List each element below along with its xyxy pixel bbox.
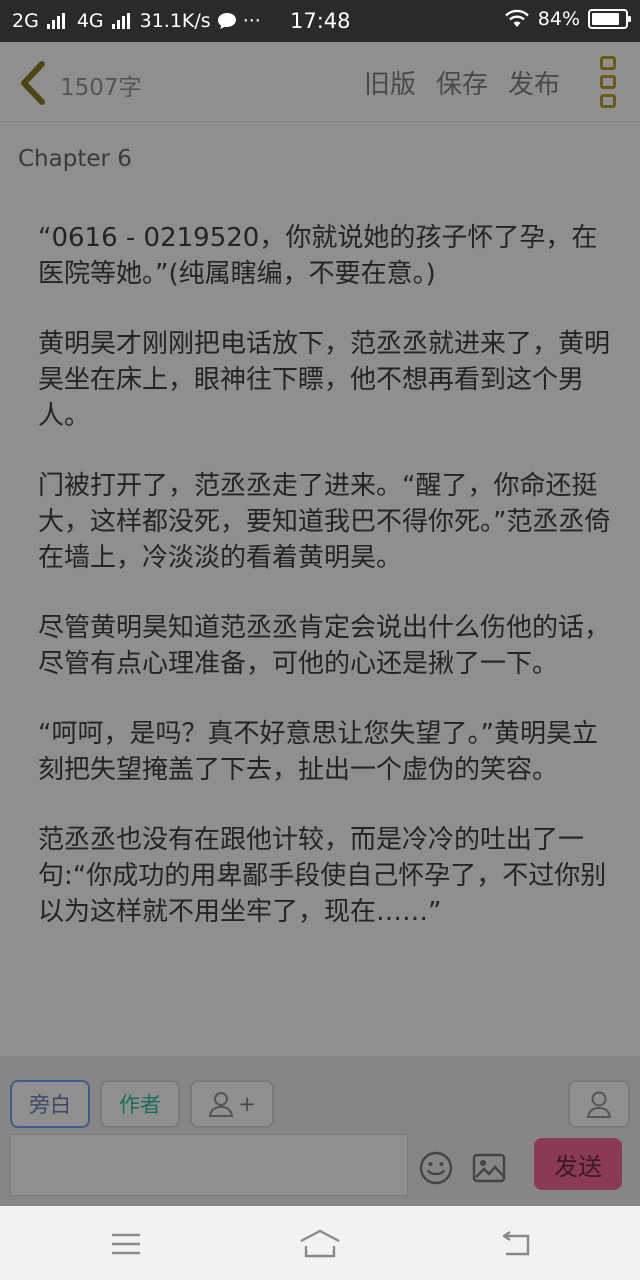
input-panel: 旁白 作者 + 发送	[0, 1056, 640, 1206]
character-button[interactable]	[568, 1080, 630, 1128]
narration-button[interactable]: 旁白	[10, 1080, 90, 1128]
paragraph: “0616 - 0219520，你就说她的孩子怀了孕，在医院等她。”(纯属瞎编，…	[38, 223, 598, 289]
paragraph: 尽管黄明昊知道范丞丞肯定会说出什么伤他的话，尽管有点心理准备，可他的心还是揪了一…	[38, 613, 611, 679]
network-speed: 31.1K/s	[139, 10, 211, 32]
word-count: 1507字	[60, 75, 142, 101]
status-bar: 2G 4G 31.1K/s ··· 17:48 84%	[0, 0, 640, 42]
publish-button[interactable]: 发布	[508, 64, 560, 101]
signal-icon	[111, 13, 130, 29]
save-button[interactable]: 保存	[436, 64, 488, 101]
message-input[interactable]	[10, 1134, 408, 1196]
wifi-icon	[504, 9, 529, 27]
paragraph: “呵呵，是吗？真不好意思让您失望了。”黄明昊立刻把失望掩盖了下去，扯出一个虚伪的…	[38, 719, 598, 785]
add-role-button[interactable]: +	[190, 1080, 274, 1128]
paragraph: 范丞丞也没有在跟他计较，而是冷冷的吐出了一句:“你成功的用卑鄙手段使自己怀孕了，…	[38, 825, 607, 927]
status-right: 84%	[504, 8, 631, 30]
editor-screen: 1507字 旧版 保存 发布 Chapter 6 “0616 - 0219520…	[0, 42, 640, 1206]
battery-icon	[588, 9, 631, 29]
clock: 17:48	[290, 9, 351, 33]
status-more-icon: ···	[242, 10, 261, 32]
paragraph: 门被打开了，范丞丞走了进来。“醒了，你命还挺大，这样都没死，要知道我巴不得你死。…	[38, 471, 611, 573]
old-version-button[interactable]: 旧版	[364, 64, 416, 101]
network-2g-label: 2G	[12, 10, 39, 32]
more-menu-icon[interactable]	[598, 56, 618, 108]
network-4g-label: 4G	[76, 10, 104, 32]
editor-toolbar: 1507字 旧版 保存 发布	[0, 42, 640, 122]
chapter-title: Chapter 6	[18, 146, 132, 172]
status-left: 2G 4G 31.1K/s ···	[12, 10, 261, 32]
signal-icon	[46, 13, 65, 29]
person-icon	[586, 1091, 612, 1118]
story-content[interactable]: “0616 - 0219520，你就说她的孩子怀了孕，在医院等她。”(纯属瞎编，…	[38, 220, 618, 964]
author-button[interactable]: 作者	[100, 1080, 180, 1128]
battery-percent: 84%	[537, 8, 580, 30]
paragraph: 黄明昊才刚刚把电话放下，范丞丞就进来了，黄明昊坐在床上，眼神往下瞟，他不想再看到…	[38, 329, 611, 431]
toolbar-actions: 旧版 保存 发布	[364, 64, 560, 101]
menu-icon[interactable]	[106, 1228, 146, 1260]
send-button[interactable]: 发送	[534, 1138, 622, 1190]
message-icon	[217, 13, 236, 29]
plus-label: +	[238, 1092, 256, 1116]
emoji-icon[interactable]	[418, 1150, 454, 1186]
home-icon[interactable]	[298, 1228, 342, 1260]
person-icon	[209, 1092, 234, 1117]
system-nav-bar	[0, 1206, 640, 1280]
back-nav-icon[interactable]	[496, 1228, 536, 1260]
image-icon[interactable]	[472, 1152, 506, 1184]
back-icon[interactable]	[14, 60, 54, 106]
